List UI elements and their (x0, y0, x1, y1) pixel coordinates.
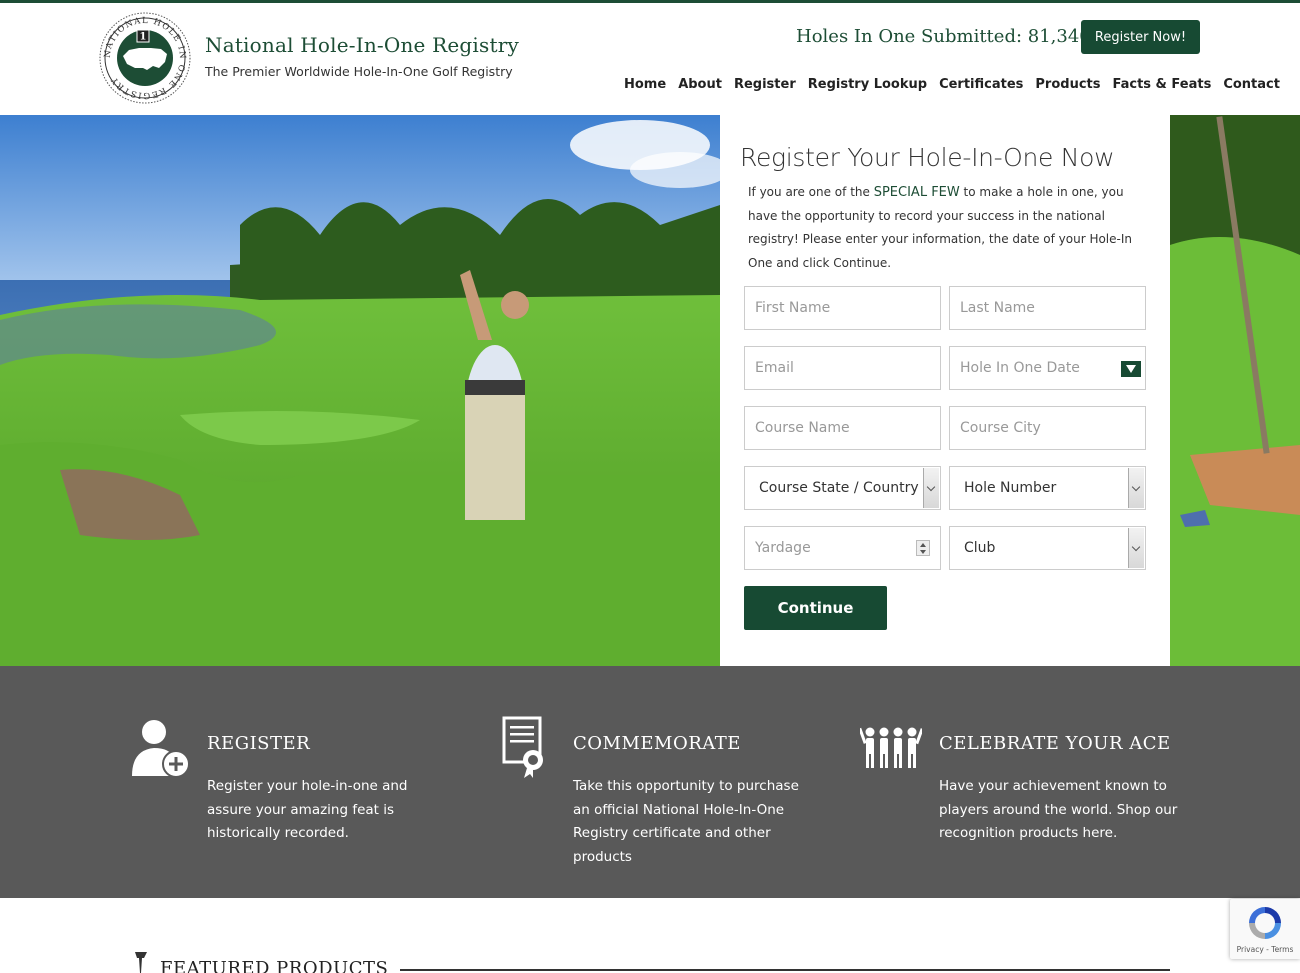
nav-products[interactable]: Products (1029, 77, 1106, 92)
holes-submitted-counter: Holes In One Submitted: 81,340 (796, 26, 1091, 47)
yardage-placeholder: Yardage (755, 540, 811, 556)
feature-title: REGISTER (207, 733, 311, 754)
club-select[interactable]: Club (949, 526, 1146, 570)
course-state-value: Course State / Country (759, 480, 919, 496)
continue-button[interactable]: Continue (744, 586, 887, 630)
hole-number-select[interactable]: Hole Number (949, 466, 1146, 510)
nav-contact[interactable]: Contact (1217, 77, 1286, 92)
nav-registry-lookup[interactable]: Registry Lookup (802, 77, 933, 92)
hero-golfer-image (0, 115, 720, 666)
site-title[interactable]: National Hole-In-One Registry (205, 33, 519, 57)
site-header: NATIONAL HOLE IN ONE REGISTRY 1 National… (0, 3, 1300, 115)
feature-title: COMMEMORATE (573, 733, 741, 754)
nav-home[interactable]: Home (618, 77, 672, 92)
form-intro: If you are one of the SPECIAL FEW to mak… (748, 181, 1148, 275)
certificate-icon (502, 716, 543, 778)
hole-in-one-date-input[interactable]: Hole In One Date (949, 346, 1146, 390)
number-spinner-icon[interactable] (916, 540, 930, 556)
featured-products-section: FEATURED PRODUCTS (0, 898, 1300, 973)
first-name-input[interactable] (744, 286, 941, 330)
recaptcha-terms-link[interactable]: Terms (1271, 945, 1293, 954)
register-now-button[interactable]: Register Now! (1081, 20, 1200, 54)
main-nav: Home About Register Registry Lookup Cert… (618, 77, 1286, 92)
course-city-input[interactable] (949, 406, 1146, 450)
nav-facts-feats[interactable]: Facts & Feats (1106, 77, 1217, 92)
featured-products-title: FEATURED PRODUCTS (160, 958, 389, 973)
recaptcha-badge[interactable]: Privacy - Terms (1230, 899, 1300, 959)
email-input[interactable] (744, 346, 941, 390)
recaptcha-privacy-link[interactable]: Privacy (1237, 945, 1264, 954)
form-title: Register Your Hole-In-One Now (740, 143, 1115, 172)
hole-number-value: Hole Number (964, 480, 1057, 496)
celebrate-people-icon (860, 727, 922, 768)
recaptcha-links: Privacy - Terms (1236, 945, 1294, 954)
intro-highlight: SPECIAL FEW (873, 185, 960, 200)
recaptcha-icon (1249, 907, 1281, 939)
club-value: Club (964, 540, 996, 556)
logo-number: 1 (140, 32, 147, 43)
nav-about[interactable]: About (672, 77, 728, 92)
chevron-down-icon[interactable] (1128, 468, 1144, 508)
registry-logo[interactable]: NATIONAL HOLE IN ONE REGISTRY 1 (99, 12, 191, 104)
registration-form-panel: Register Your Hole-In-One Now If you are… (720, 115, 1170, 666)
section-divider (400, 969, 1170, 971)
user-add-icon (132, 720, 190, 778)
last-name-input[interactable] (949, 286, 1146, 330)
feature-title: CELEBRATE YOUR ACE (939, 733, 1171, 754)
chevron-down-icon[interactable] (1128, 528, 1144, 568)
feature-text: Register your hole-in-one and assure you… (207, 778, 408, 841)
features-band: REGISTER Register your hole-in-one and a… (0, 666, 1300, 898)
yardage-input[interactable]: Yardage (744, 526, 941, 570)
site-tagline: The Premier Worldwide Hole-In-One Golf R… (205, 64, 513, 79)
intro-text-before: If you are one of the (748, 185, 874, 199)
hero-section: Register Your Hole-In-One Now If you are… (0, 115, 1300, 666)
chevron-down-icon[interactable] (923, 468, 939, 508)
nav-certificates[interactable]: Certificates (933, 77, 1029, 92)
nav-register[interactable]: Register (728, 77, 802, 92)
course-name-input[interactable] (744, 406, 941, 450)
date-placeholder: Hole In One Date (960, 360, 1080, 376)
feature-text: Take this opportunity to purchase an off… (573, 778, 799, 865)
date-picker-dropdown-icon[interactable] (1121, 361, 1141, 377)
golf-tee-icon (135, 952, 147, 973)
hero-fairway-image (1170, 115, 1300, 666)
course-state-select[interactable]: Course State / Country (744, 466, 941, 510)
feature-text: Have your achievement known to players a… (939, 778, 1178, 841)
